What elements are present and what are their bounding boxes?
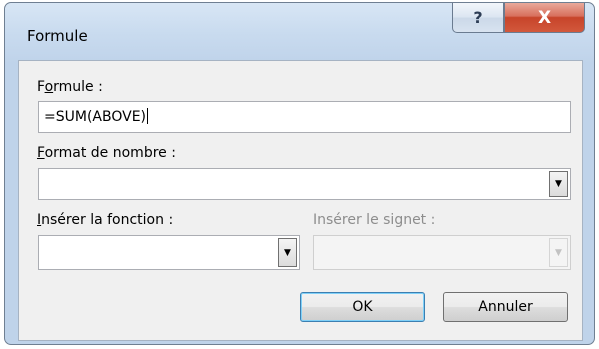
dialog-title: Formule <box>27 27 88 45</box>
text-caret <box>147 108 148 124</box>
formula-dialog: Formule ? X Formule : =SUM(ABOVE) Format… <box>4 2 595 345</box>
formula-input[interactable]: =SUM(ABOVE) <box>38 101 571 133</box>
help-icon: ? <box>473 8 483 27</box>
insert-bookmark-label: Insérer le signet : <box>313 212 436 228</box>
insert-function-combo[interactable]: ▼ <box>38 235 300 270</box>
cancel-button[interactable]: Annuler <box>443 292 568 322</box>
formula-label: Formule : <box>37 79 103 95</box>
close-button[interactable]: X <box>504 3 585 33</box>
help-button[interactable]: ? <box>452 3 504 33</box>
dialog-body: Formule : =SUM(ABOVE) Format de nombre :… <box>18 60 583 341</box>
number-format-label: Format de nombre : <box>37 145 176 161</box>
number-format-combo[interactable]: ▼ <box>38 168 571 200</box>
ok-button[interactable]: OK <box>300 292 425 322</box>
chevron-down-icon: ▼ <box>549 238 568 267</box>
close-icon: X <box>537 7 552 28</box>
formula-value: =SUM(ABOVE) <box>44 109 146 125</box>
chevron-down-icon[interactable]: ▼ <box>278 238 297 267</box>
chevron-down-icon[interactable]: ▼ <box>549 171 568 197</box>
insert-bookmark-combo: ▼ <box>313 235 571 270</box>
insert-function-label: Insérer la fonction : <box>37 212 174 228</box>
